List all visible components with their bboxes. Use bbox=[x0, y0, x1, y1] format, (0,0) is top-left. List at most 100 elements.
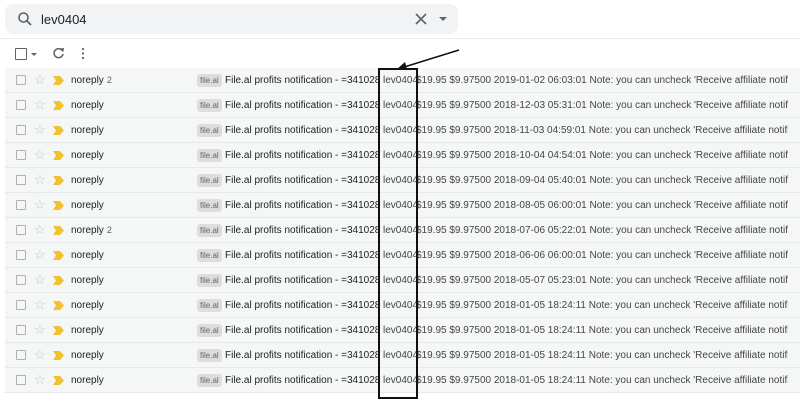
sender-name: noreply bbox=[71, 225, 104, 236]
divider bbox=[0, 38, 800, 39]
important-marker-icon[interactable] bbox=[53, 101, 64, 110]
subject: File.al profits notification - =3410287.… bbox=[225, 375, 381, 386]
snippet: $19.95 $9.97500 2018-01-05 18:24:11 Note… bbox=[416, 325, 788, 336]
sender-name: noreply bbox=[71, 300, 104, 311]
subject: File.al profits notification - =3410287.… bbox=[225, 175, 381, 186]
important-marker-icon[interactable] bbox=[53, 251, 64, 260]
star-icon[interactable]: ☆ bbox=[34, 97, 46, 113]
snippet: $19.95 $9.97500 2018-10-04 04:54:01 Note… bbox=[416, 150, 788, 161]
important-marker-icon[interactable] bbox=[53, 301, 64, 310]
label-chip[interactable]: file.al bbox=[197, 349, 222, 362]
subject: File.al profits notification - =3410287.… bbox=[225, 300, 381, 311]
row-checkbox[interactable] bbox=[16, 175, 26, 185]
star-icon[interactable]: ☆ bbox=[34, 247, 46, 263]
important-marker-icon[interactable] bbox=[53, 276, 64, 285]
subject: File.al profits notification - =3410287.… bbox=[225, 150, 381, 161]
row-checkbox[interactable] bbox=[16, 325, 26, 335]
star-icon[interactable]: ☆ bbox=[34, 222, 46, 238]
star-icon[interactable]: ☆ bbox=[34, 272, 46, 288]
star-icon[interactable]: ☆ bbox=[34, 172, 46, 188]
row-checkbox[interactable] bbox=[16, 350, 26, 360]
label-chip[interactable]: file.al bbox=[197, 274, 222, 287]
refresh-icon[interactable] bbox=[52, 47, 65, 60]
sender: noreply bbox=[71, 150, 107, 161]
sender-name: noreply bbox=[71, 375, 104, 386]
label-chip[interactable]: file.al bbox=[197, 124, 222, 137]
sender-name: noreply bbox=[71, 250, 104, 261]
sender: noreply bbox=[71, 275, 107, 286]
sender: noreply bbox=[71, 100, 107, 111]
important-marker-icon[interactable] bbox=[53, 151, 64, 160]
subject: File.al profits notification - =3410287.… bbox=[225, 250, 381, 261]
sender: noreply bbox=[71, 125, 107, 136]
snippet: $19.95 $9.97500 2018-11-03 04:59:01 Note… bbox=[416, 125, 788, 136]
more-vert-icon[interactable] bbox=[80, 47, 86, 60]
important-marker-icon[interactable] bbox=[53, 201, 64, 210]
row-checkbox[interactable] bbox=[16, 75, 26, 85]
snippet: $19.95 $9.97500 2018-01-05 18:24:11 Note… bbox=[416, 375, 788, 386]
row-checkbox[interactable] bbox=[16, 100, 26, 110]
label-chip[interactable]: file.al bbox=[197, 374, 222, 387]
sender-name: noreply bbox=[71, 150, 104, 161]
label-chip[interactable]: file.al bbox=[197, 324, 222, 337]
label-chip[interactable]: file.al bbox=[197, 174, 222, 187]
row-checkbox[interactable] bbox=[16, 375, 26, 385]
label-chip[interactable]: file.al bbox=[197, 149, 222, 162]
star-icon[interactable]: ☆ bbox=[34, 147, 46, 163]
row-checkbox[interactable] bbox=[16, 275, 26, 285]
subject: File.al profits notification - =3410287.… bbox=[225, 325, 381, 336]
snippet: $19.95 $9.97500 2018-12-03 05:31:01 Note… bbox=[416, 100, 788, 111]
sender: noreply bbox=[71, 300, 107, 311]
subject: File.al profits notification - =3410287.… bbox=[225, 200, 381, 211]
label-chip[interactable]: file.al bbox=[197, 224, 222, 237]
row-checkbox[interactable] bbox=[16, 200, 26, 210]
star-icon[interactable]: ☆ bbox=[34, 322, 46, 338]
important-marker-icon[interactable] bbox=[53, 376, 64, 385]
search-input[interactable] bbox=[41, 10, 401, 28]
sender-name: noreply bbox=[71, 200, 104, 211]
snippet: $19.95 $9.97500 2018-01-05 18:24:11 Note… bbox=[416, 350, 788, 361]
important-marker-icon[interactable] bbox=[53, 176, 64, 185]
star-icon[interactable]: ☆ bbox=[34, 372, 46, 388]
important-marker-icon[interactable] bbox=[53, 226, 64, 235]
star-icon[interactable]: ☆ bbox=[34, 297, 46, 313]
important-marker-icon[interactable] bbox=[53, 326, 64, 335]
subject: File.al profits notification - =3410287.… bbox=[225, 75, 381, 86]
sender: noreply bbox=[71, 200, 107, 211]
important-marker-icon[interactable] bbox=[53, 351, 64, 360]
sender: noreply 2 bbox=[71, 225, 112, 236]
sender-name: noreply bbox=[71, 350, 104, 361]
sender: noreply bbox=[71, 325, 107, 336]
label-chip[interactable]: file.al bbox=[197, 299, 222, 312]
close-icon[interactable] bbox=[414, 12, 428, 26]
important-marker-icon[interactable] bbox=[53, 126, 64, 135]
search-bar bbox=[5, 4, 458, 34]
sender-name: noreply bbox=[71, 125, 104, 136]
label-chip[interactable]: file.al bbox=[197, 99, 222, 112]
important-marker-icon[interactable] bbox=[53, 76, 64, 85]
row-checkbox[interactable] bbox=[16, 225, 26, 235]
star-icon[interactable]: ☆ bbox=[34, 122, 46, 138]
label-chip[interactable]: file.al bbox=[197, 249, 222, 262]
row-checkbox[interactable] bbox=[16, 125, 26, 135]
snippet: $19.95 $9.97500 2018-07-06 05:22:01 Note… bbox=[416, 225, 788, 236]
row-checkbox[interactable] bbox=[16, 300, 26, 310]
snippet: $19.95 $9.97500 2018-06-06 06:00:01 Note… bbox=[416, 250, 788, 261]
sender: noreply bbox=[71, 350, 107, 361]
star-icon[interactable]: ☆ bbox=[34, 72, 46, 88]
star-icon[interactable]: ☆ bbox=[34, 347, 46, 363]
snippet: $19.95 $9.97500 2018-01-05 18:24:11 Note… bbox=[416, 300, 788, 311]
search-options-caret-icon[interactable] bbox=[439, 17, 447, 21]
star-icon[interactable]: ☆ bbox=[34, 197, 46, 213]
search-icon[interactable] bbox=[17, 11, 33, 27]
sender: noreply 2 bbox=[71, 75, 112, 86]
label-chip[interactable]: file.al bbox=[197, 199, 222, 212]
select-all-checkbox[interactable] bbox=[15, 48, 27, 60]
thread-count: 2 bbox=[106, 75, 112, 85]
row-checkbox[interactable] bbox=[16, 250, 26, 260]
select-caret-icon[interactable] bbox=[31, 53, 37, 56]
snippet: $19.95 $9.97500 2018-08-05 06:00:01 Note… bbox=[416, 200, 788, 211]
row-checkbox[interactable] bbox=[16, 150, 26, 160]
label-chip[interactable]: file.al bbox=[197, 74, 222, 87]
snippet: $19.95 $9.97500 2018-09-04 05:40:01 Note… bbox=[416, 175, 788, 186]
